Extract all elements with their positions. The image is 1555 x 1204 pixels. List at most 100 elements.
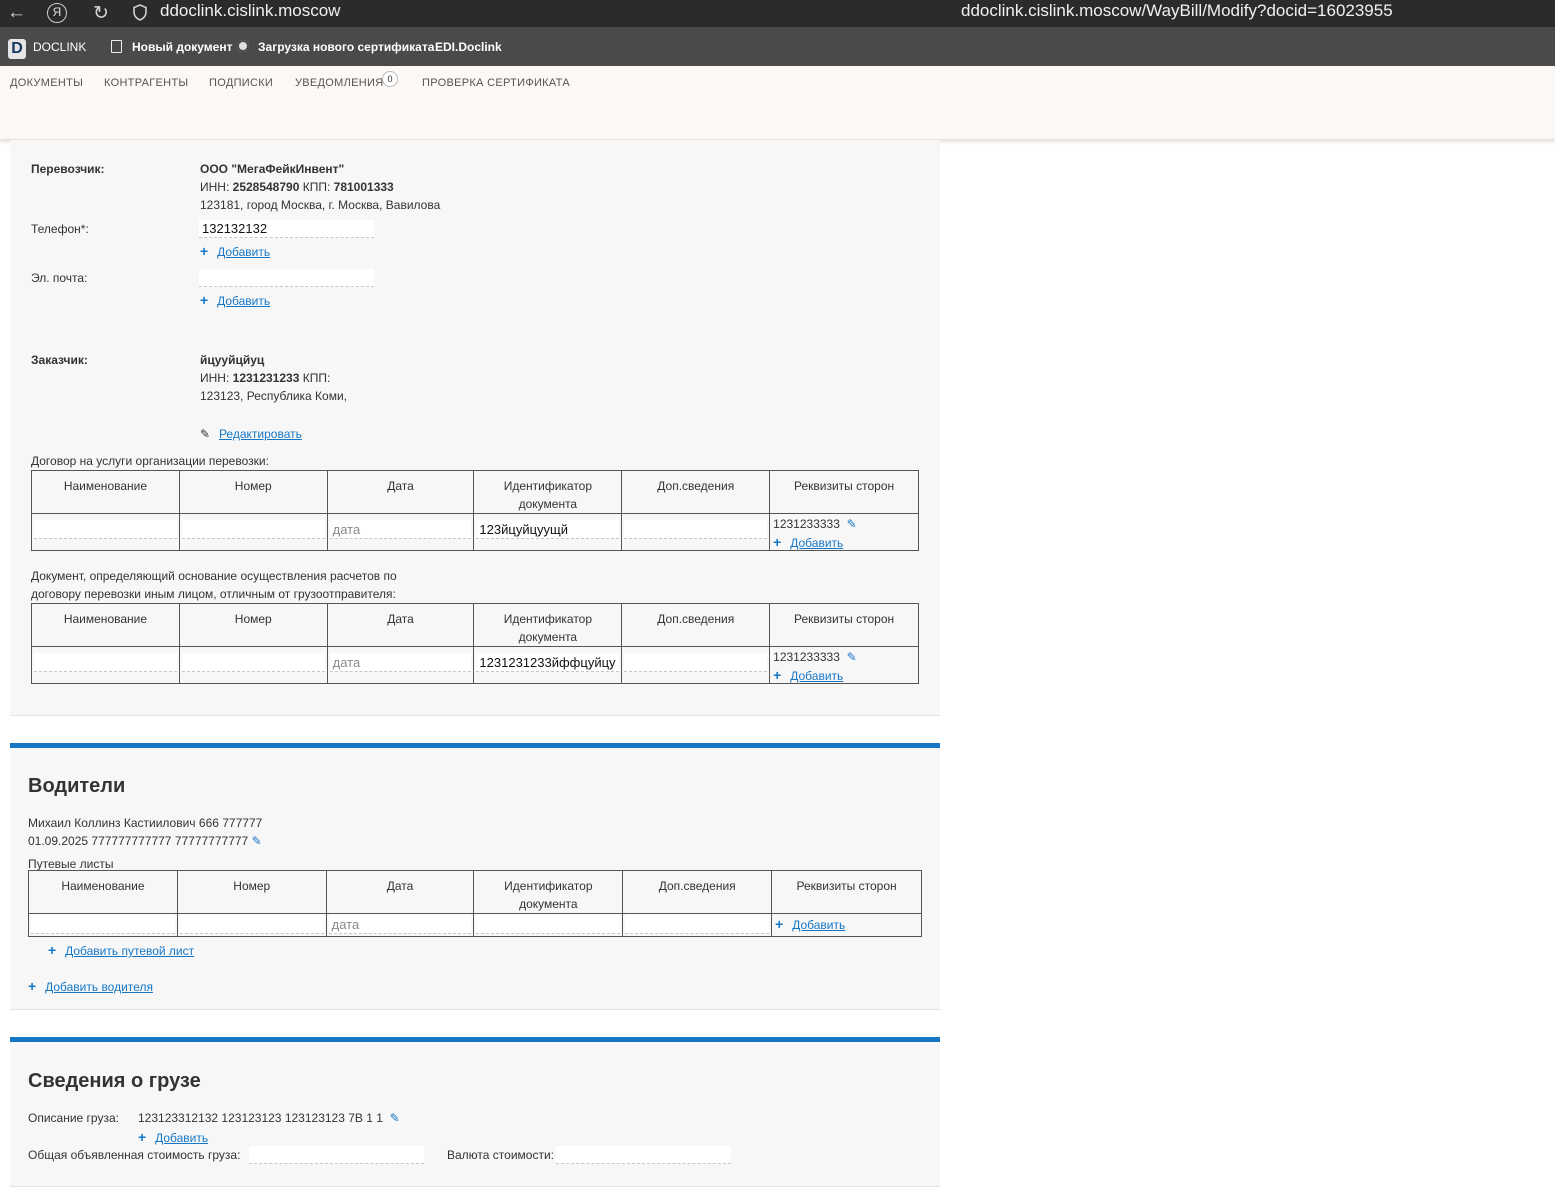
requisites-value: 1231233333 ✎ xyxy=(773,650,856,664)
basis-identifier-input[interactable]: 1231231233йффцуйцу xyxy=(476,653,620,672)
phone-input[interactable]: 132132132 xyxy=(199,220,374,238)
doclink-logo-icon[interactable]: D xyxy=(8,39,26,59)
cargo-desc-value: 123123312132 123123123 123123123 7В 1 1 xyxy=(138,1111,383,1125)
browser-toolbar: ← Я ↻ ddoclink.cislink.moscow ddoclink.c… xyxy=(0,0,1555,27)
plus-icon: + xyxy=(200,292,209,308)
nav-notifications[interactable]: УВЕДОМЛЕНИЯ xyxy=(295,77,383,89)
cell-identifier xyxy=(473,913,624,937)
cell-identifier: 1231231233йффцуйцу xyxy=(473,646,623,684)
total-cost-label: Общая объявленная стоимость груза: xyxy=(28,1148,241,1162)
nav-counterparties[interactable]: КОНТРАГЕНТЫ xyxy=(104,77,188,89)
contract-extra-input[interactable] xyxy=(624,520,768,539)
basis-name-input[interactable] xyxy=(34,653,177,672)
upload-certificate-link[interactable]: Загрузка нового сертификата xyxy=(258,40,434,54)
waybill-number-input[interactable] xyxy=(179,915,324,934)
yandex-icon[interactable]: Я xyxy=(47,3,67,23)
add-waybill-label[interactable]: Добавить путевой лист xyxy=(65,944,194,958)
col-date-header: Дата xyxy=(325,870,475,914)
total-cost-input[interactable] xyxy=(249,1146,424,1164)
email-label: Эл. почта: xyxy=(31,271,88,285)
add-requisites-button[interactable]: + Добавить xyxy=(773,534,843,552)
contract-caption: Договор на услуги организации перевозки: xyxy=(31,454,269,468)
reload-icon[interactable]: ↻ xyxy=(93,2,109,25)
add-requisites-label[interactable]: Добавить xyxy=(790,536,843,550)
add-requisites-label[interactable]: Добавить xyxy=(790,669,843,683)
add-phone-button[interactable]: + Добавить xyxy=(200,243,270,261)
add-phone-label[interactable]: Добавить xyxy=(217,245,270,259)
email-input[interactable] xyxy=(199,269,374,287)
nav-check-certificate[interactable]: ПРОВЕРКА СЕРТИФИКАТА xyxy=(422,77,570,89)
plus-icon: + xyxy=(138,1129,147,1145)
edi-doclink-link[interactable]: EDI.Doclink xyxy=(435,40,502,54)
shield-icon[interactable] xyxy=(133,4,147,21)
cell-date: дата xyxy=(326,646,475,684)
table-header-row: Наименование Номер Дата Идентификатор до… xyxy=(28,870,922,914)
add-waybill-button[interactable]: + Добавить путевой лист xyxy=(48,942,194,960)
waybill-name-input[interactable] xyxy=(31,915,175,934)
waybill-identifier-input[interactable] xyxy=(476,915,621,934)
add-email-button[interactable]: + Добавить xyxy=(200,292,270,310)
add-cargo-button[interactable]: + Добавить xyxy=(138,1129,208,1147)
cargo-panel: Сведения о грузе Описание груза: 1231233… xyxy=(10,1037,940,1187)
cell-name xyxy=(28,913,178,937)
customer-inn: 1231231233 xyxy=(232,371,300,385)
cell-identifier: 123йцуйцуущй xyxy=(473,513,623,551)
kpp-label: КПП: xyxy=(302,180,331,194)
basis-extra-input[interactable] xyxy=(624,653,768,672)
carrier-address: 123181, город Москва, г. Москва, Вавилов… xyxy=(200,198,441,212)
basis-number-input[interactable] xyxy=(181,653,325,672)
driver-line-2-text: 01.09.2025 777777777777 77777777777 xyxy=(28,834,249,848)
plus-icon: + xyxy=(48,942,57,958)
contract-name-input[interactable] xyxy=(34,520,177,539)
waybill-extra-input[interactable] xyxy=(625,915,770,934)
basis-doc-table: Наименование Номер Дата Идентификатор до… xyxy=(31,603,919,684)
col-requisites-header: Реквизиты сторон xyxy=(769,603,919,647)
pencil-icon[interactable]: ✎ xyxy=(390,1111,400,1125)
edit-customer-label[interactable]: Редактировать xyxy=(219,427,302,441)
contract-identifier-input[interactable]: 123йцуйцуущй xyxy=(476,520,620,539)
pencil-icon[interactable]: ✎ xyxy=(252,834,262,848)
requisites-text: 1231233333 xyxy=(773,517,840,531)
address-bar-url[interactable]: ddoclink.cislink.moscow/WayBill/Modify?d… xyxy=(961,1,1393,21)
waybills-table: Наименование Номер Дата Идентификатор до… xyxy=(28,870,922,937)
cell-requisites: 1231233333 ✎ + Добавить xyxy=(769,646,919,685)
add-requisites-button[interactable]: + Добавить xyxy=(773,667,843,685)
add-requisites-label[interactable]: Добавить xyxy=(792,918,845,932)
address-bar-domain[interactable]: ddoclink.cislink.moscow xyxy=(160,1,340,21)
add-driver-label[interactable]: Добавить водителя xyxy=(45,980,153,994)
pencil-icon: ✎ xyxy=(200,427,211,441)
col-number-header: Номер xyxy=(178,470,328,514)
add-cargo-label[interactable]: Добавить xyxy=(155,1131,208,1145)
carrier-inn-kpp: ИНН: 2528548790 КПП: 781001333 xyxy=(200,180,394,194)
add-requisites-button[interactable]: + Добавить xyxy=(775,916,845,934)
pencil-icon[interactable]: ✎ xyxy=(847,650,857,664)
currency-input[interactable] xyxy=(556,1146,731,1164)
col-extra-header: Доп.сведения xyxy=(621,603,771,647)
basis-date-input[interactable]: дата xyxy=(329,653,472,672)
basis-caption-line1: Документ, определяющий основание осущест… xyxy=(31,569,397,583)
plus-icon: + xyxy=(773,667,782,683)
col-name-header: Наименование xyxy=(31,470,180,514)
driver-line-1: Михаил Коллинз Кастиилович 666 777777 xyxy=(28,816,263,830)
doclink-home-link[interactable]: DOCLINK xyxy=(33,40,86,54)
pencil-icon[interactable]: ✎ xyxy=(847,517,857,531)
edit-customer-button[interactable]: ✎ Редактировать xyxy=(200,425,302,443)
requisites-text: 1231233333 xyxy=(773,650,840,664)
inn-label: ИНН: xyxy=(200,371,230,385)
table-header-row: Наименование Номер Дата Идентификатор до… xyxy=(31,603,919,647)
nav-documents[interactable]: ДОКУМЕНТЫ xyxy=(10,77,83,89)
new-document-link[interactable]: Новый документ xyxy=(132,40,232,54)
driver-line-2: 01.09.2025 777777777777 77777777777 ✎ xyxy=(28,834,262,848)
contract-date-input[interactable]: дата xyxy=(329,520,472,539)
col-extra-header: Доп.сведения xyxy=(622,870,773,914)
add-email-label[interactable]: Добавить xyxy=(217,294,270,308)
nav-subscriptions[interactable]: ПОДПИСКИ xyxy=(209,77,273,89)
contract-number-input[interactable] xyxy=(181,520,325,539)
waybill-date-input[interactable]: дата xyxy=(328,915,472,934)
col-extra-header: Доп.сведения xyxy=(621,470,771,514)
back-arrow-icon[interactable]: ← xyxy=(7,2,26,24)
table-row: дата 1231231233йффцуйцу 1231233333 ✎ + Д… xyxy=(31,646,919,685)
table-row: дата + Добавить xyxy=(28,913,922,937)
customer-label: Заказчик: xyxy=(31,353,88,367)
add-driver-button[interactable]: + Добавить водителя xyxy=(28,978,153,996)
